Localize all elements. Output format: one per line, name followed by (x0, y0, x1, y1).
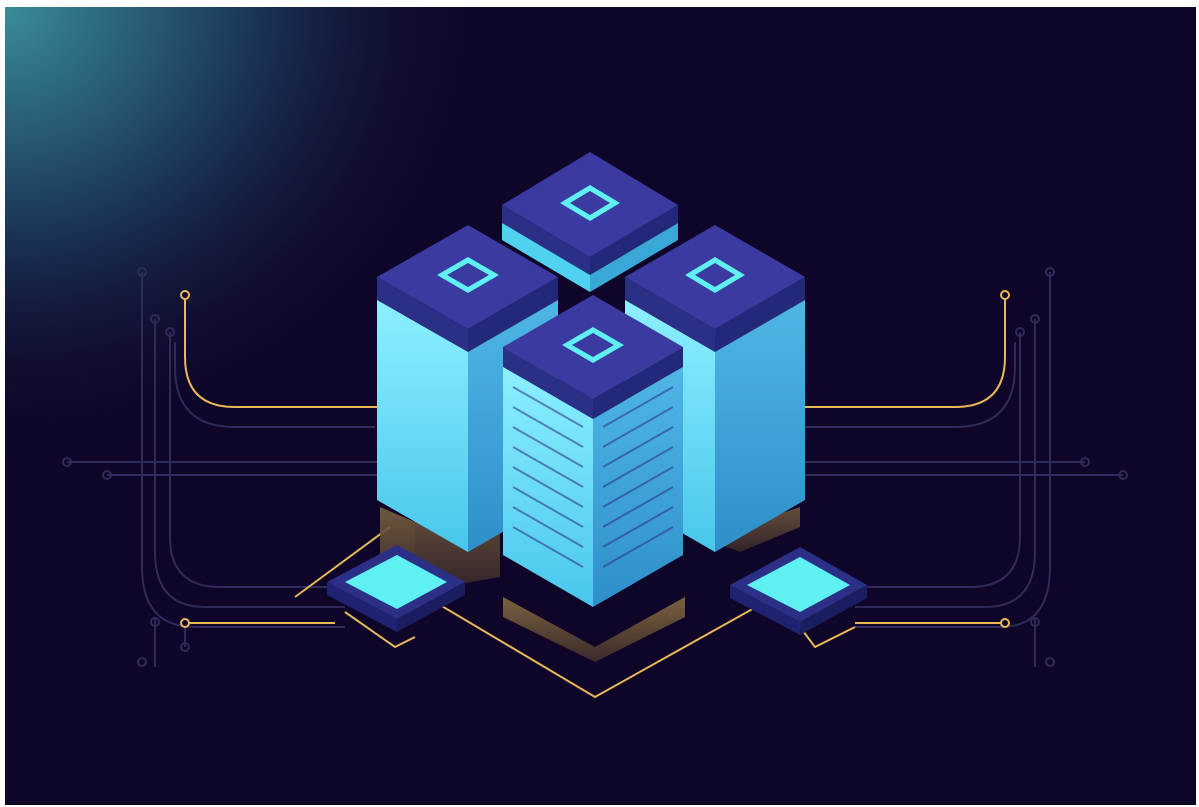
server-racks-illustration (5, 7, 1196, 805)
server-rack-front (503, 295, 683, 607)
image-frame (0, 0, 1199, 807)
